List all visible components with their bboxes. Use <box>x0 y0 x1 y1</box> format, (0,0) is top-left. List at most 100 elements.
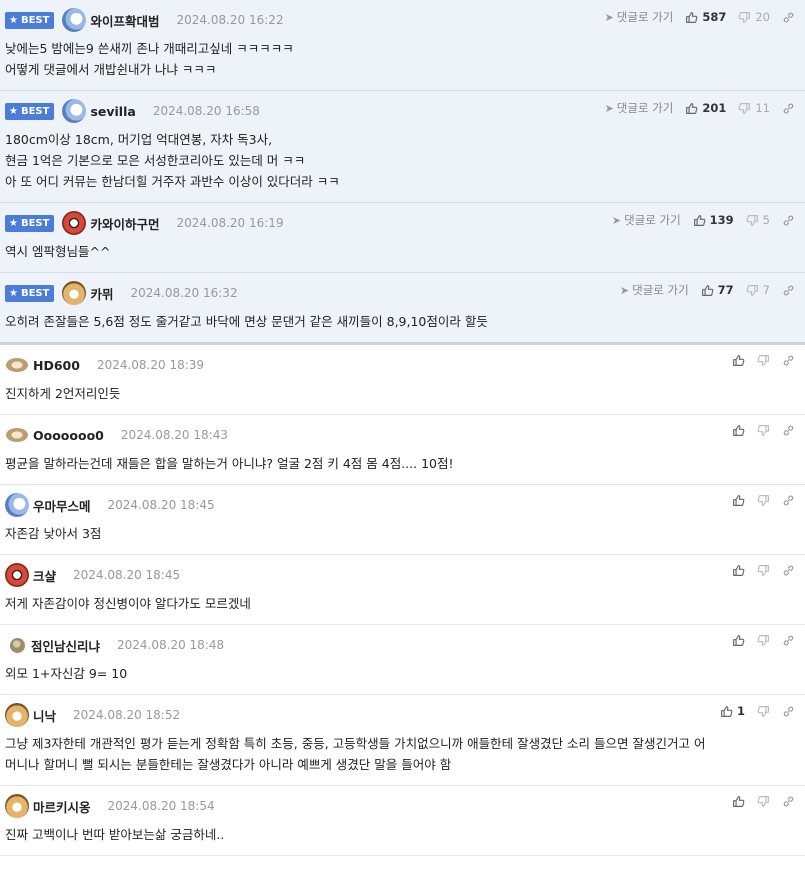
comment: HD600 2024.08.20 18:39 진지하게 2언저리인듯 <box>0 345 805 415</box>
downvote-button[interactable] <box>757 634 770 647</box>
downvote-button[interactable] <box>757 795 770 808</box>
comment-author[interactable]: Ooooooo0 <box>33 428 104 443</box>
upvote-button[interactable] <box>732 634 745 647</box>
comment-author[interactable]: 점인남신리냐 <box>31 636 100 655</box>
thumbs-up-icon <box>693 214 706 227</box>
comment-text: 저게 자존감이야 정신병이야 알다가도 모르겠네 <box>5 596 251 611</box>
copy-link-button[interactable] <box>782 634 795 647</box>
blue-white-dog-avatar[interactable] <box>62 8 87 32</box>
comment: 크샬 2024.08.20 18:45 저게 자존감이야 정신병이야 알다가도 모르… <box>0 555 805 625</box>
comment-author[interactable]: 와이프확대범 <box>90 11 159 30</box>
link-icon <box>782 634 795 647</box>
copy-link-button[interactable] <box>782 494 795 507</box>
upvote-count: 139 <box>709 213 734 227</box>
comment-text: 낮에는5 밤에는9 쓴새끼 존나 개때리고싶네 ㅋㅋㅋㅋㅋ 어떻게 댓글에서 개… <box>5 41 294 77</box>
downvote-button[interactable] <box>757 494 770 507</box>
upvote-button[interactable]: 139 <box>693 213 734 227</box>
comment-date: 2024.08.20 18:45 <box>107 498 215 512</box>
comment-actions: ➤ 댓글로 가기 139 5 <box>612 212 795 228</box>
upvote-button[interactable] <box>732 494 745 507</box>
star-icon: ★ <box>9 217 18 229</box>
comment-author[interactable]: 우마무스메 <box>33 496 91 515</box>
upvote-button[interactable]: 587 <box>685 10 726 24</box>
copy-link-button[interactable] <box>782 795 795 808</box>
comment-actions <box>732 795 795 808</box>
comment-author[interactable]: 니낙 <box>33 706 56 725</box>
downvote-button[interactable] <box>757 424 770 437</box>
upvote-button[interactable] <box>732 564 745 577</box>
best-badge: ★ BEST <box>5 102 55 120</box>
downvote-button[interactable]: 20 <box>738 10 770 24</box>
thumbs-down-icon <box>757 634 770 647</box>
comment-author[interactable]: sevilla <box>90 104 135 119</box>
thumbs-up-icon <box>732 634 745 647</box>
chihuahua-avatar[interactable] <box>62 281 87 305</box>
thumbs-down-icon <box>757 795 770 808</box>
downvote-button[interactable] <box>757 564 770 577</box>
upvote-button[interactable]: 201 <box>685 101 726 115</box>
thumbs-up-icon <box>732 795 745 808</box>
upvote-button[interactable]: 1 <box>720 704 745 718</box>
upvote-count: 1 <box>736 704 745 718</box>
downvote-button[interactable] <box>757 354 770 367</box>
copy-link-button[interactable] <box>782 11 795 24</box>
best-comment: ★ BEST 카뮈 2024.08.20 16:32 ➤ 댓글로 가기 77 7 오히려 존잘들… <box>0 273 805 345</box>
best-badge-label: BEST <box>20 287 50 299</box>
comment-author[interactable]: 카와이하구먼 <box>90 214 159 233</box>
downvote-count: 11 <box>755 101 770 115</box>
best-badge: ★ BEST <box>5 11 55 29</box>
downvote-button[interactable]: 7 <box>746 283 770 297</box>
copy-link-button[interactable] <box>782 705 795 718</box>
flat-dog-avatar[interactable] <box>6 428 28 442</box>
comment-text: 그냥 제3자한테 개관적인 평가 듣는게 정확함 특히 초등, 중등, 고등학생… <box>5 736 706 772</box>
copy-link-button[interactable] <box>782 564 795 577</box>
comment-actions: 1 <box>720 704 795 718</box>
best-badge-label: BEST <box>20 105 50 117</box>
downvote-button[interactable] <box>757 705 770 718</box>
go-to-reply-link[interactable]: ➤ 댓글로 가기 <box>612 212 681 228</box>
copy-link-button[interactable] <box>782 214 795 227</box>
comment-author[interactable]: 카뮈 <box>90 284 113 303</box>
thumbs-down-icon <box>746 214 759 227</box>
go-to-reply-link[interactable]: ➤ 댓글로 가기 <box>605 9 674 25</box>
comment-header: 마르키시옹 2024.08.20 18:54 <box>5 794 791 818</box>
upvote-button[interactable] <box>732 424 745 437</box>
link-icon <box>782 795 795 808</box>
copy-link-button[interactable] <box>782 354 795 367</box>
upvote-button[interactable] <box>732 354 745 367</box>
go-to-reply-link[interactable]: ➤ 댓글로 가기 <box>605 100 674 116</box>
thumbs-down-icon <box>757 494 770 507</box>
copy-link-button[interactable] <box>782 102 795 115</box>
comment-list: ★ BEST 와이프확대범 2024.08.20 16:22 ➤ 댓글로 가기 587 20 낮… <box>0 0 805 856</box>
comment-author[interactable]: 크샬 <box>33 566 56 585</box>
upvote-button[interactable] <box>732 795 745 808</box>
comment-author[interactable]: 마르키시옹 <box>33 797 91 816</box>
link-icon <box>782 424 795 437</box>
comment-author[interactable]: HD600 <box>33 358 80 373</box>
thumbs-down-icon <box>757 424 770 437</box>
go-to-reply-link[interactable]: ➤ 댓글로 가기 <box>620 282 689 298</box>
thumbs-up-icon <box>732 494 745 507</box>
blue-white-dog-avatar[interactable] <box>62 99 87 123</box>
red-dog-avatar[interactable] <box>62 211 87 235</box>
blue-white-dog-avatar[interactable] <box>5 493 29 517</box>
comment-text: 평균을 말하라는건데 재들은 합을 말하는거 아니냐? 얼굴 2점 키 4점 몸… <box>5 456 454 471</box>
comment-text: 역시 엠팍형님들^^ <box>5 244 111 259</box>
copy-link-button[interactable] <box>782 284 795 297</box>
link-icon <box>782 284 795 297</box>
copy-link-button[interactable] <box>782 424 795 437</box>
comment-text: 자존감 낮아서 3점 <box>5 526 102 541</box>
flat-dog-avatar[interactable] <box>6 358 28 372</box>
thumbs-down-icon <box>757 705 770 718</box>
red-dog-avatar[interactable] <box>5 563 29 587</box>
downvote-button[interactable]: 5 <box>746 213 770 227</box>
dot-avatar[interactable] <box>10 637 25 653</box>
comment-actions: ➤ 댓글로 가기 77 7 <box>620 282 795 298</box>
comment: 니낙 2024.08.20 18:52 1 그냥 제3자한테 개관적인 평가 듣는게 … <box>0 695 805 786</box>
chihuahua-avatar[interactable] <box>5 703 29 727</box>
chihuahua-avatar[interactable] <box>5 794 29 818</box>
comment-date: 2024.08.20 18:48 <box>117 638 225 652</box>
comment-header: 우마무스메 2024.08.20 18:45 <box>5 493 791 517</box>
upvote-button[interactable]: 77 <box>701 283 734 297</box>
downvote-button[interactable]: 11 <box>738 101 770 115</box>
